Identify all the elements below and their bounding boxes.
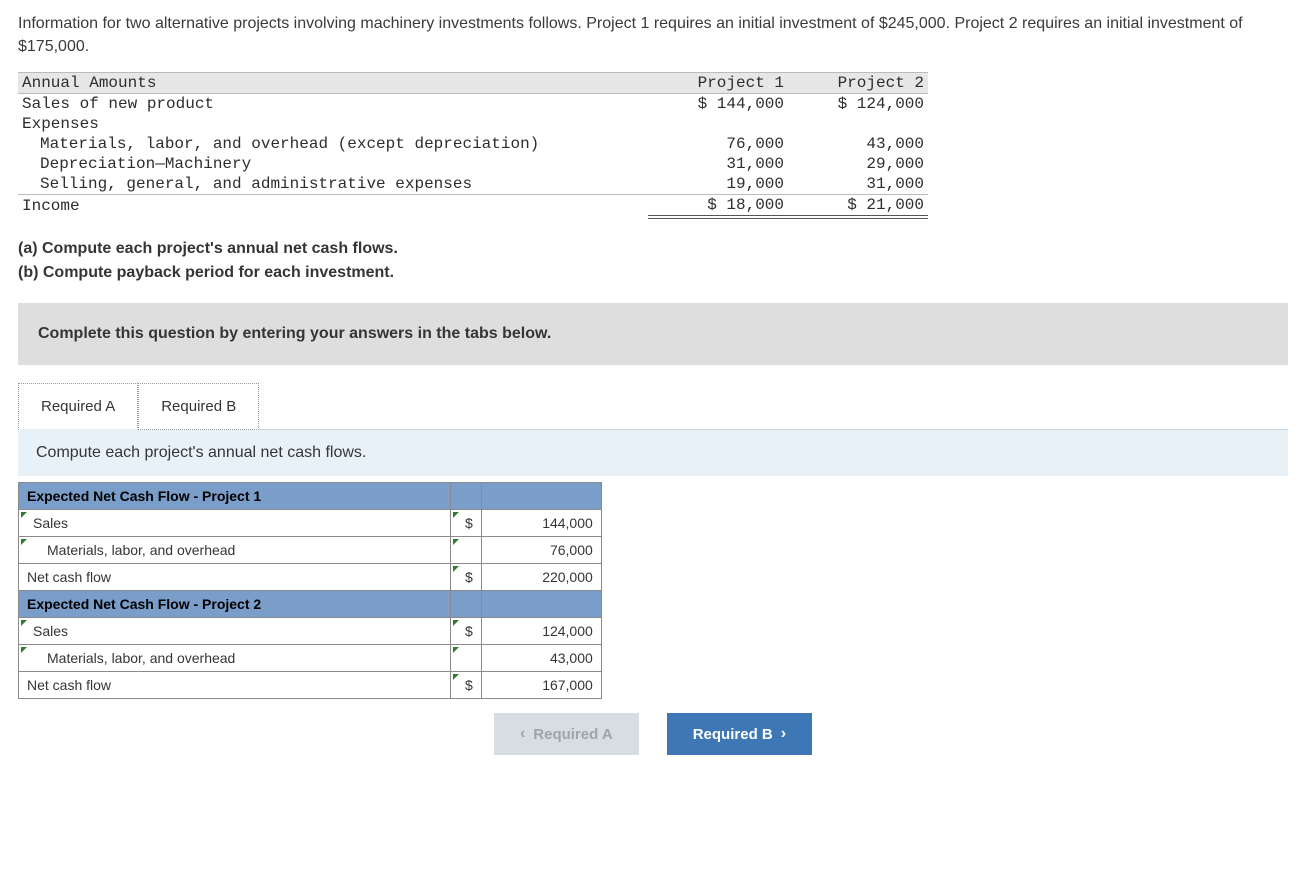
p2-sales-input[interactable]: 124,000 (481, 618, 601, 645)
p1-materials-sym-dropdown[interactable] (451, 537, 482, 564)
table-row: Net cash flow $ 220,000 (19, 564, 602, 591)
depreciation-p2: 29,000 (788, 154, 928, 174)
p1-ncf-sym-dropdown[interactable]: $ (451, 564, 482, 591)
sales-row: Sales of new product $ 144,000 $ 124,000 (18, 94, 928, 115)
expenses-label: Expenses (18, 114, 648, 134)
income-p1: $ 18,000 (648, 195, 788, 218)
next-button[interactable]: Required B › (667, 713, 812, 755)
tab-description: Compute each project's annual net cash f… (18, 429, 1288, 476)
depreciation-p1: 31,000 (648, 154, 788, 174)
p1-header-label: Expected Net Cash Flow - Project 1 (19, 483, 451, 510)
chevron-right-icon: › (781, 725, 786, 743)
p2-materials-input[interactable]: 43,000 (481, 645, 601, 672)
materials-p1: 76,000 (648, 134, 788, 154)
p1-sales-input[interactable]: 144,000 (481, 510, 601, 537)
table-header-row: Annual Amounts Project 1 Project 2 (18, 73, 928, 94)
p1-sales-sym-dropdown[interactable]: $ (451, 510, 482, 537)
tab-required-a[interactable]: Required A (18, 383, 138, 430)
sales-p2: $ 124,000 (788, 94, 928, 115)
expenses-row: Expenses (18, 114, 928, 134)
prev-button-label: Required A (533, 726, 612, 743)
depreciation-label: Depreciation—Machinery (18, 154, 648, 174)
table-row: Net cash flow $ 167,000 (19, 672, 602, 699)
p2-sales-sym-dropdown[interactable]: $ (451, 618, 482, 645)
question-b: (b) Compute payback period for each inve… (18, 261, 1288, 285)
answer-table: Expected Net Cash Flow - Project 1 Sales… (18, 482, 602, 699)
sga-label: Selling, general, and administrative exp… (18, 174, 648, 195)
p1-ncf-input[interactable]: 220,000 (481, 564, 601, 591)
question-a: (a) Compute each project's annual net ca… (18, 237, 1288, 261)
sales-label: Sales of new product (18, 94, 648, 115)
materials-label: Materials, labor, and overhead (except d… (18, 134, 648, 154)
p2-header-row: Expected Net Cash Flow - Project 2 (19, 591, 602, 618)
p1-header-val (481, 483, 601, 510)
sga-row: Selling, general, and administrative exp… (18, 174, 928, 195)
tab-strip: Required A Required B (18, 383, 1288, 430)
sales-p1: $ 144,000 (648, 94, 788, 115)
p1-ncf-label: Net cash flow (19, 564, 451, 591)
next-button-label: Required B (693, 726, 773, 743)
instruction-banner: Complete this question by entering your … (18, 303, 1288, 365)
p1-sales-dropdown[interactable]: Sales (19, 510, 451, 537)
income-row: Income $ 18,000 $ 21,000 (18, 195, 928, 218)
data-table: Annual Amounts Project 1 Project 2 Sales… (18, 72, 928, 219)
table-row: Sales $ 144,000 (19, 510, 602, 537)
sga-p1: 19,000 (648, 174, 788, 195)
materials-p2: 43,000 (788, 134, 928, 154)
p2-materials-dropdown[interactable]: Materials, labor, and overhead (19, 645, 451, 672)
question-list: (a) Compute each project's annual net ca… (18, 237, 1288, 285)
table-row: Sales $ 124,000 (19, 618, 602, 645)
p2-ncf-input[interactable]: 167,000 (481, 672, 601, 699)
p2-sales-dropdown[interactable]: Sales (19, 618, 451, 645)
project2-header: Project 2 (788, 73, 928, 94)
table-row: Materials, labor, and overhead 76,000 (19, 537, 602, 564)
prev-button[interactable]: ‹ Required A (494, 713, 639, 755)
income-label: Income (18, 195, 648, 218)
chevron-left-icon: ‹ (520, 725, 525, 743)
annual-amounts-label: Annual Amounts (18, 73, 648, 94)
p1-materials-input[interactable]: 76,000 (481, 537, 601, 564)
p2-header-val (481, 591, 601, 618)
tab-required-b[interactable]: Required B (138, 383, 259, 430)
p1-header-row: Expected Net Cash Flow - Project 1 (19, 483, 602, 510)
p2-materials-sym-dropdown[interactable] (451, 645, 482, 672)
depreciation-row: Depreciation—Machinery 31,000 29,000 (18, 154, 928, 174)
problem-intro: Information for two alternative projects… (18, 12, 1288, 58)
income-p2: $ 21,000 (788, 195, 928, 218)
p2-header-label: Expected Net Cash Flow - Project 2 (19, 591, 451, 618)
p1-materials-dropdown[interactable]: Materials, labor, and overhead (19, 537, 451, 564)
data-table-wrap: Annual Amounts Project 1 Project 2 Sales… (18, 72, 1288, 219)
project1-header: Project 1 (648, 73, 788, 94)
p2-header-sym (451, 591, 482, 618)
table-row: Materials, labor, and overhead 43,000 (19, 645, 602, 672)
p2-ncf-sym-dropdown[interactable]: $ (451, 672, 482, 699)
p1-header-sym (451, 483, 482, 510)
materials-row: Materials, labor, and overhead (except d… (18, 134, 928, 154)
nav-buttons: ‹ Required A Required B › (18, 713, 1288, 755)
sga-p2: 31,000 (788, 174, 928, 195)
p2-ncf-label: Net cash flow (19, 672, 451, 699)
